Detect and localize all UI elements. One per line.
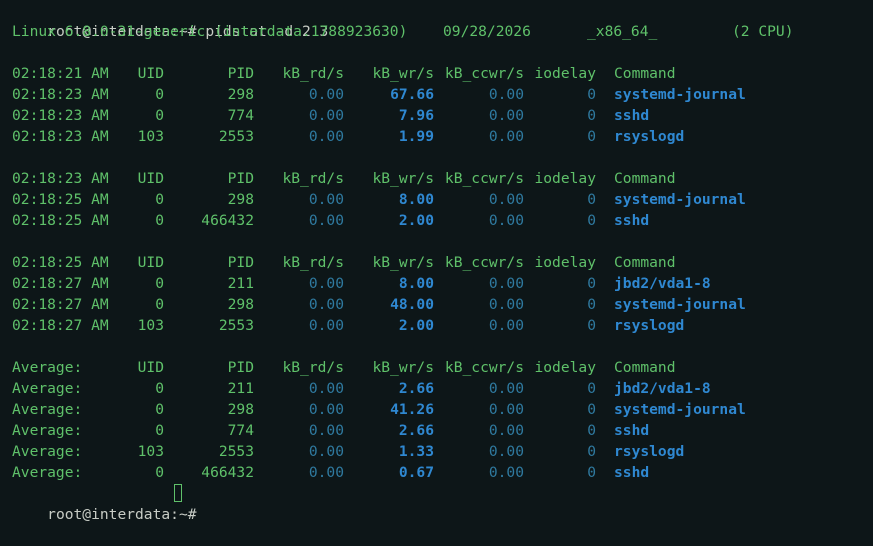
row-iodelay: 0 bbox=[587, 296, 596, 313]
row-command: rsyslogd bbox=[614, 443, 685, 460]
row-command: systemd-journal bbox=[614, 86, 746, 103]
kernel-info: Linux 6.8.0-31-generic (interdata.178892… bbox=[12, 23, 408, 40]
row-command: rsyslogd bbox=[614, 317, 685, 334]
row-iodelay: 0 bbox=[587, 107, 596, 124]
final-prompt-line[interactable]: root@interdata:~# bbox=[12, 483, 205, 523]
row-iodelay: 0 bbox=[587, 422, 596, 439]
column-header-cmd: Command bbox=[614, 254, 676, 271]
row-iodelay: 0 bbox=[587, 380, 596, 397]
column-header-cmd: Command bbox=[614, 65, 676, 82]
sysinfo-line: Linux 6.8.0-31-generic (interdata.178892… bbox=[12, 21, 794, 42]
row-command: sshd bbox=[614, 107, 650, 124]
cpu-info: (2 CPU) bbox=[732, 23, 794, 40]
column-header-iodelay: iodelay bbox=[534, 359, 596, 376]
column-header-iodelay: iodelay bbox=[534, 65, 596, 82]
row-command: jbd2/vda1-8 bbox=[614, 380, 711, 397]
date-info: 09/28/2026 bbox=[443, 23, 531, 40]
terminal-window[interactable]: root@interdata:~# pidstat -d 2 3 Linux 6… bbox=[0, 0, 873, 523]
row-command: sshd bbox=[614, 422, 650, 439]
row-iodelay: 0 bbox=[587, 212, 596, 229]
row-iodelay: 0 bbox=[587, 443, 596, 460]
row-iodelay: 0 bbox=[587, 401, 596, 418]
row-iodelay: 0 bbox=[587, 275, 596, 292]
column-header-cmd: Command bbox=[614, 170, 676, 187]
row-iodelay: 0 bbox=[587, 86, 596, 103]
command-line: root@interdata:~# pidstat -d 2 3 bbox=[12, 0, 328, 40]
row-command: jbd2/vda1-8 bbox=[614, 275, 711, 292]
row-command: rsyslogd bbox=[614, 128, 685, 145]
row-command: sshd bbox=[614, 464, 650, 481]
column-header-cmd: Command bbox=[614, 359, 676, 376]
row-iodelay: 0 bbox=[587, 128, 596, 145]
row-command: systemd-journal bbox=[614, 191, 746, 208]
row-iodelay: 0 bbox=[587, 317, 596, 334]
row-iodelay: 0 bbox=[587, 191, 596, 208]
row-command: systemd-journal bbox=[614, 296, 746, 313]
row-command: sshd bbox=[614, 212, 650, 229]
column-header-iodelay: iodelay bbox=[534, 254, 596, 271]
cursor bbox=[174, 484, 182, 502]
row-command: systemd-journal bbox=[614, 401, 746, 418]
final-prompt: root@interdata:~# bbox=[47, 506, 206, 523]
arch-info: _x86_64_ bbox=[587, 23, 658, 40]
row-iodelay: 0 bbox=[587, 464, 596, 481]
column-header-iodelay: iodelay bbox=[534, 170, 596, 187]
